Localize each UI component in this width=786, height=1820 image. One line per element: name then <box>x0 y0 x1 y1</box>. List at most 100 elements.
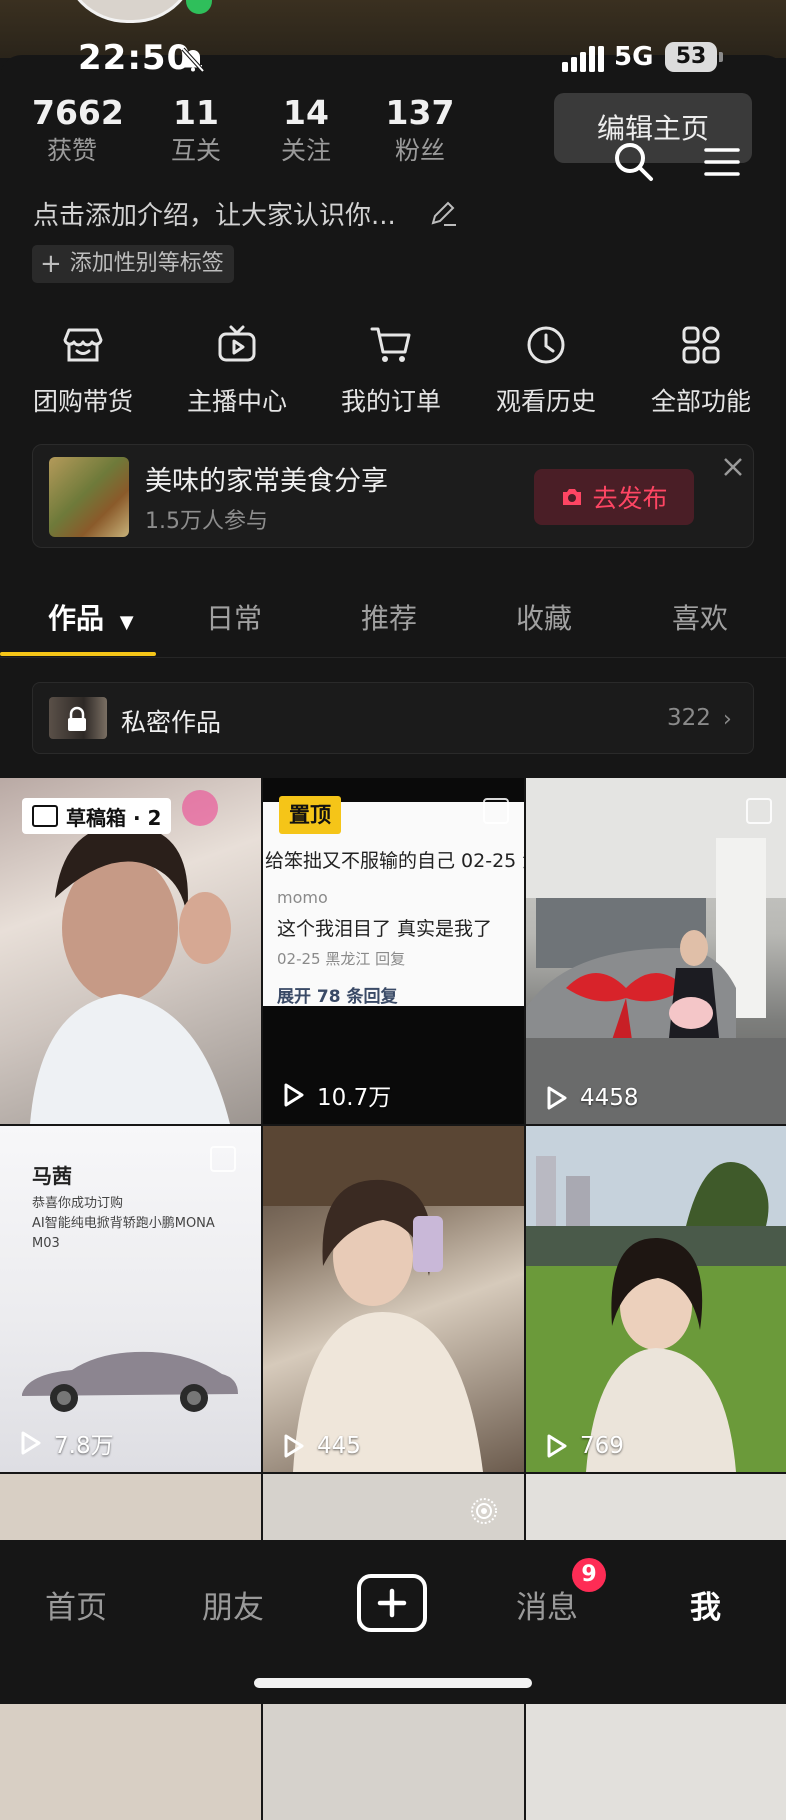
chevron-right-icon: › <box>723 707 732 732</box>
stat-value: 137 <box>385 93 455 132</box>
play-count-value: 4458 <box>580 1085 639 1111</box>
bell-off-icon <box>181 47 205 73</box>
drafts-badge[interactable]: 草稿箱 · 2 <box>22 798 172 834</box>
private-works-row[interactable]: 私密作品 322 › <box>32 682 754 754</box>
home-indicator[interactable] <box>254 1678 532 1688</box>
video-tile[interactable]: 给笨拙又不服输的自己 02-25 湖南 momo 这个我泪目了 真实是我了 02… <box>263 778 524 1124</box>
select-checkbox[interactable] <box>483 798 509 824</box>
live-photo-icon <box>471 1498 497 1524</box>
func-group-buy[interactable]: 团购带货 <box>8 322 158 418</box>
stat-label: 互关 <box>170 136 221 165</box>
plus-icon: + <box>40 249 62 279</box>
stat-value: 11 <box>173 93 219 132</box>
video-tile[interactable]: 草稿箱 · 2 <box>0 778 261 1124</box>
camera-icon <box>563 489 582 505</box>
private-works-label: 私密作品 <box>121 708 222 737</box>
drafts-box-icon <box>32 805 58 827</box>
publish-button[interactable]: 去发布 <box>534 469 694 525</box>
select-checkbox[interactable] <box>746 798 772 824</box>
search-icon[interactable] <box>610 138 656 184</box>
battery-indicator: 53 <box>665 42 717 72</box>
selfie-thumbnail <box>263 1126 524 1472</box>
comment-text: 这个我泪目了 真实是我了 <box>277 918 493 940</box>
tv-play-icon <box>218 325 256 362</box>
stat-label: 粉丝 <box>394 136 445 165</box>
menu-icon[interactable] <box>700 140 744 184</box>
play-count: 7.8万 <box>16 1426 114 1460</box>
promo-thumbnail <box>49 457 129 537</box>
close-icon[interactable] <box>721 455 745 479</box>
clock-icon <box>527 326 565 364</box>
signal-icon <box>562 46 604 72</box>
tag-chip-label: 添加性别等标签 <box>69 251 224 276</box>
store-icon <box>63 328 103 362</box>
car-image <box>22 1351 238 1412</box>
tab-daily[interactable]: 日常 <box>206 597 262 637</box>
nav-messages[interactable]: 消息 <box>516 1582 578 1627</box>
create-button[interactable] <box>357 1574 427 1632</box>
order-card-line: AI智能纯电掀背轿跑小鹏MONA M03 <box>32 1216 215 1251</box>
bio-placeholder[interactable]: 点击添加介绍，让大家认识你... <box>33 195 396 232</box>
stat-mutual[interactable]: 11 互关 <box>164 92 228 168</box>
order-card-line: 恭喜你成功订购 <box>32 1196 124 1211</box>
func-streamer-center[interactable]: 主播中心 <box>162 322 312 418</box>
promo-title: 美味的家常美食分享 <box>145 466 388 497</box>
publish-label: 去发布 <box>592 484 668 513</box>
message-count-badge: 9 <box>572 1558 606 1592</box>
play-icon <box>547 1434 567 1458</box>
plus-icon <box>377 1588 407 1618</box>
topic-promo-card[interactable]: 美味的家常美食分享 1.5万人参与 去发布 <box>32 444 754 548</box>
select-checkbox[interactable] <box>210 1146 236 1172</box>
drafts-label: 草稿箱 · 2 <box>66 805 162 830</box>
car-showroom-thumbnail <box>526 778 786 1124</box>
play-count: 4458 <box>542 1084 639 1112</box>
play-icon <box>284 1434 304 1458</box>
divider <box>0 657 786 658</box>
stat-following[interactable]: 14 关注 <box>274 92 338 168</box>
nav-me[interactable]: 我 <box>690 1582 721 1627</box>
func-label: 主播中心 <box>186 387 287 416</box>
private-works-count: 322 <box>667 705 711 731</box>
func-label: 我的订单 <box>340 387 441 416</box>
stat-label: 关注 <box>280 136 331 165</box>
play-count-value: 769 <box>580 1433 624 1459</box>
func-watch-history[interactable]: 观看历史 <box>471 322 621 418</box>
park-portrait-thumbnail <box>526 1126 786 1472</box>
nav-home[interactable]: 首页 <box>45 1582 107 1627</box>
video-tile[interactable]: 4458 <box>526 778 786 1124</box>
func-all-features[interactable]: 全部功能 <box>626 322 776 418</box>
stat-label: 获赞 <box>46 136 97 165</box>
comment-meta: 02-25 黑龙江 回复 <box>277 950 406 968</box>
promo-participants: 1.5万人参与 <box>145 509 268 534</box>
active-tab-indicator <box>0 652 156 656</box>
caret-down-icon: ▼ <box>119 612 134 633</box>
func-label: 观看历史 <box>495 387 596 416</box>
stat-value: 7662 <box>32 93 124 132</box>
video-tile[interactable]: 马茜 恭喜你成功订购 AI智能纯电掀背轿跑小鹏MONA M03 7.8万 <box>0 1126 261 1472</box>
add-tags-chip[interactable]: + 添加性别等标签 <box>32 245 234 283</box>
video-tile[interactable]: 445 <box>263 1126 524 1472</box>
func-my-orders[interactable]: 我的订单 <box>316 322 466 418</box>
tab-likes[interactable]: 喜欢 <box>672 597 728 637</box>
play-count-value: 7.8万 <box>54 1433 114 1459</box>
play-icon <box>547 1086 567 1110</box>
stat-likes[interactable]: 7662 获赞 <box>32 92 124 168</box>
tab-favorites[interactable]: 收藏 <box>516 597 572 637</box>
stat-followers[interactable]: 137 粉丝 <box>384 92 456 168</box>
battery-tip <box>719 52 723 62</box>
pinned-badge: 置顶 <box>279 796 341 834</box>
play-icon <box>21 1431 41 1455</box>
video-tile[interactable]: 769 <box>526 1126 786 1472</box>
play-count: 445 <box>279 1432 361 1460</box>
tab-works[interactable]: 作品 ▼ <box>48 597 134 637</box>
play-icon <box>284 1083 304 1107</box>
apps-grid-icon <box>682 326 720 364</box>
status-time: 22:50 <box>78 38 192 78</box>
tab-recommend[interactable]: 推荐 <box>361 597 417 637</box>
nav-friends[interactable]: 朋友 <box>202 1582 264 1627</box>
pencil-icon[interactable] <box>428 198 458 228</box>
play-count: 10.7万 <box>279 1078 391 1112</box>
order-card-name: 马茜 <box>32 1164 72 1188</box>
lock-icon <box>68 706 86 731</box>
func-label: 全部功能 <box>650 387 751 416</box>
